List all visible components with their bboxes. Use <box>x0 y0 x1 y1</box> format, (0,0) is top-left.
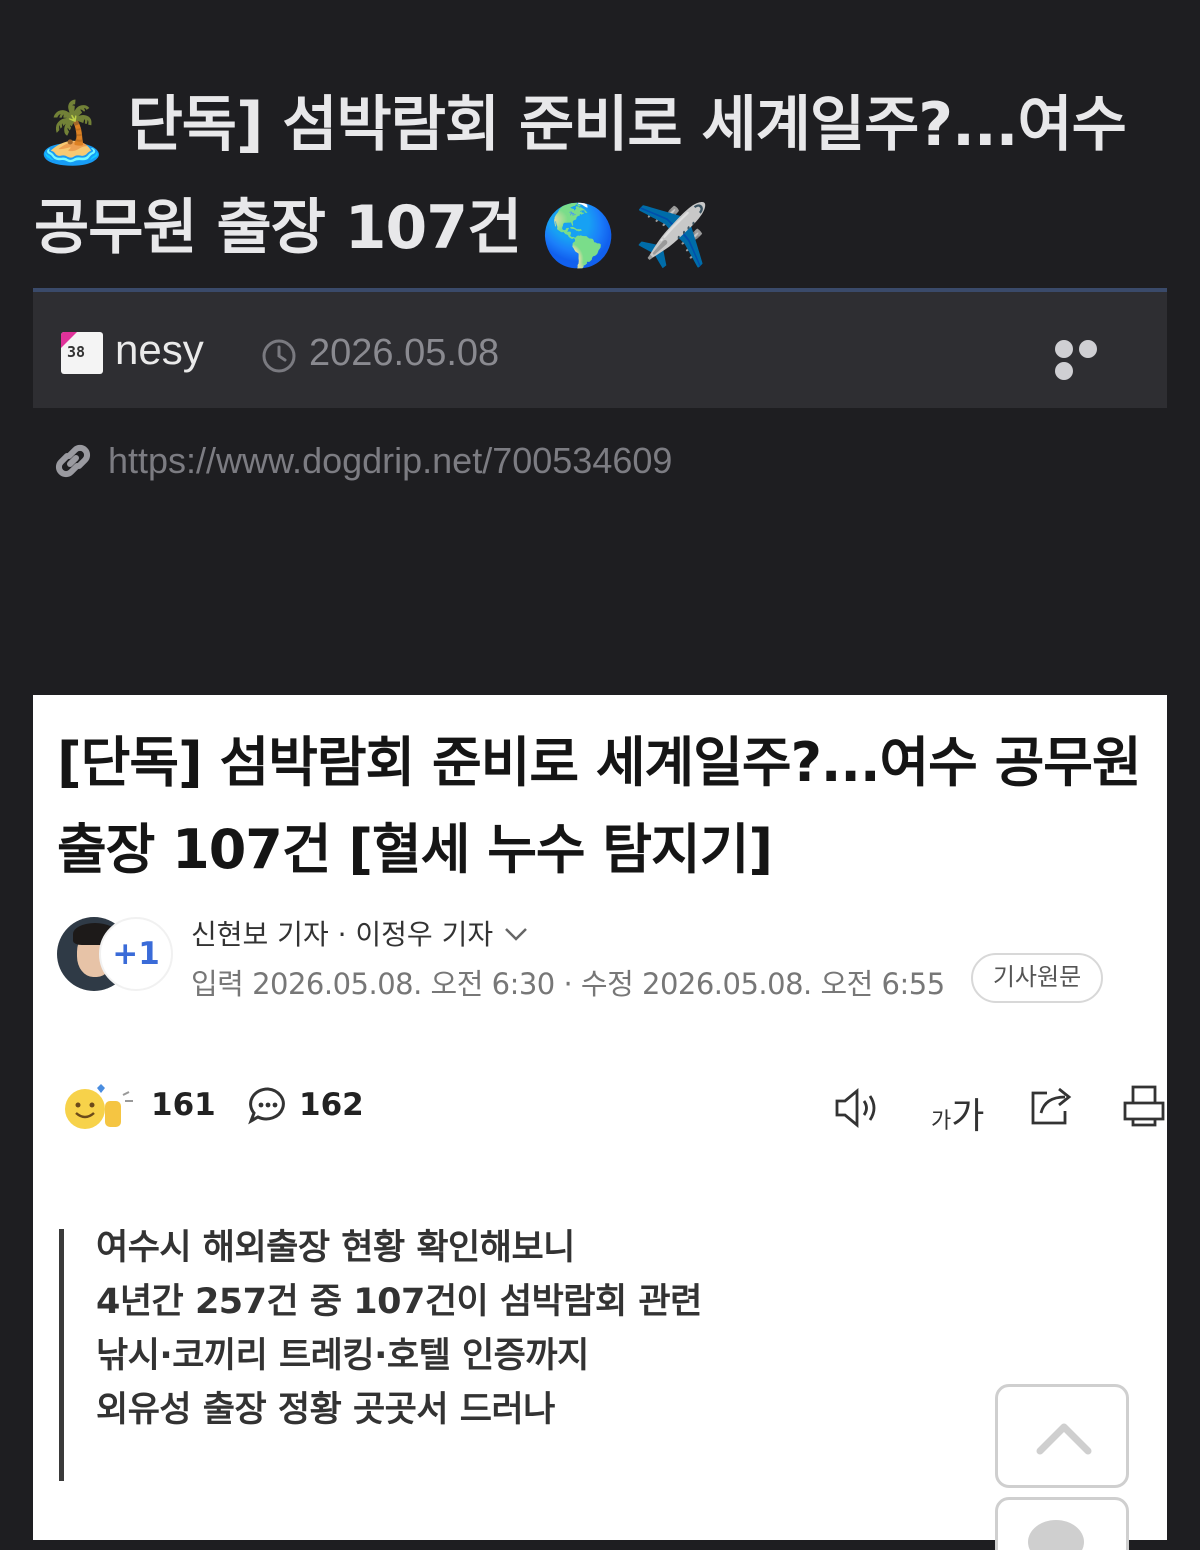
post-meta-bar: 38 nesy 2026.05.08 <box>33 288 1167 408</box>
chevron-up-icon <box>1036 1423 1092 1455</box>
original-article-button[interactable]: 기사원문 <box>971 953 1103 1003</box>
chevron-down-icon[interactable] <box>503 925 529 943</box>
comment-count: 162 <box>299 1087 364 1123</box>
globe-airplane-icon: 🌎 ✈️ <box>541 201 709 271</box>
more-dots-icon[interactable] <box>1055 340 1125 380</box>
author-level-badge: 38 <box>61 332 103 374</box>
article-title: [단독] 섬박람회 준비로 세계일주?...여수 공무원 출장 107건 [혈세… <box>57 731 1142 881</box>
post-title: 🏝️ 단독] 섬박람회 준비로 세계일주?...여수 공무원 출장 107건 🌎… <box>34 78 1164 284</box>
article-dates: 입력 2026.05.08. 오전 6:30 · 수정 2026.05.08. … <box>191 967 945 1001</box>
chat-button[interactable] <box>995 1497 1129 1550</box>
article-summary: 여수시 해외출장 현황 확인해보니 4년간 257건 중 107건이 섬박람회 … <box>59 1228 819 1481</box>
author-name[interactable]: nesy <box>115 326 204 374</box>
extra-reporters-badge[interactable]: +1 <box>99 917 173 991</box>
share-icon[interactable] <box>1027 1083 1075 1127</box>
post-date: 2026.05.08 <box>309 332 500 374</box>
island-icon: 🏝️ <box>34 98 109 168</box>
comment-icon[interactable] <box>247 1085 289 1127</box>
reporter-names[interactable]: 신현보 기자 · 이정우 기자 <box>191 913 493 953</box>
link-icon <box>55 444 91 478</box>
clock-icon <box>262 339 296 373</box>
reaction-icon[interactable] <box>61 1083 139 1131</box>
scroll-to-top-button[interactable] <box>995 1384 1129 1488</box>
print-icon[interactable] <box>1121 1083 1167 1127</box>
speaker-icon[interactable] <box>833 1087 881 1129</box>
font-size-button[interactable]: 가가 <box>931 1087 984 1139</box>
source-url[interactable]: https://www.dogdrip.net/700534609 <box>108 440 672 482</box>
summary-line: 외유성 출장 정황 곳곳서 드러나 <box>96 1390 555 1430</box>
reaction-count: 161 <box>151 1087 216 1123</box>
chat-bubble-icon <box>1028 1520 1084 1550</box>
